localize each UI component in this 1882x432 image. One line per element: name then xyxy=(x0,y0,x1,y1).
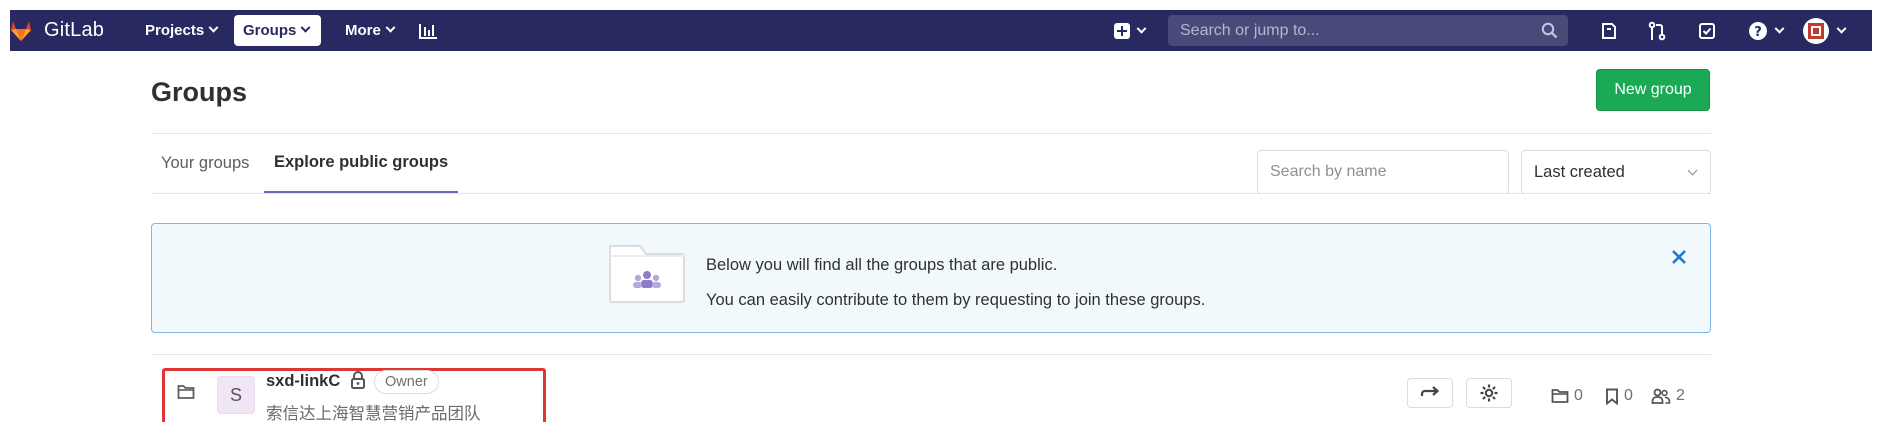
chevron-down-icon xyxy=(1836,23,1846,34)
nav-more-label: More xyxy=(345,22,381,39)
search-by-name-input[interactable] xyxy=(1270,163,1500,181)
members-count: 2 xyxy=(1651,387,1685,405)
chevron-down-icon xyxy=(300,22,311,33)
new-group-button[interactable]: New group xyxy=(1596,69,1710,111)
nav-projects-label: Projects xyxy=(145,22,205,39)
search-by-name-box[interactable] xyxy=(1257,150,1509,194)
chevron-down-icon xyxy=(1774,23,1784,34)
bookmark-icon xyxy=(1606,388,1618,405)
gear-icon xyxy=(1480,384,1498,402)
tab-explore-public-groups[interactable]: Explore public groups xyxy=(264,133,459,193)
users-icon xyxy=(1651,388,1671,404)
top-navbar: GitLab Projects Groups More Search or ju… xyxy=(10,10,1872,51)
public-groups-info-alert: Below you will find all the groups that … xyxy=(151,223,1711,333)
groups-folder-illustration-icon xyxy=(609,245,685,303)
subgroups-count-value: 0 xyxy=(1574,387,1583,404)
nav-groups-dropdown[interactable]: Groups xyxy=(234,15,321,46)
projects-count: 0 xyxy=(1605,387,1633,405)
group-description: 索信达上海智慧营销产品团队 xyxy=(266,405,481,422)
lock-icon xyxy=(351,371,365,389)
new-item-dropdown[interactable] xyxy=(1108,18,1150,44)
nav-more-dropdown[interactable]: More xyxy=(336,15,403,46)
alert-text-line-1: Below you will find all the groups that … xyxy=(706,256,1058,274)
sort-dropdown[interactable]: Last created xyxy=(1521,150,1711,194)
group-settings-button[interactable] xyxy=(1466,378,1512,408)
global-search-box[interactable] xyxy=(1168,15,1568,46)
analytics-icon[interactable] xyxy=(416,18,440,44)
user-menu-dropdown[interactable] xyxy=(1796,18,1850,44)
chevron-down-icon xyxy=(385,22,396,33)
group-avatar[interactable]: S xyxy=(217,376,255,414)
sort-selected-value: Last created xyxy=(1534,162,1625,181)
user-avatar-icon xyxy=(1802,18,1829,44)
nav-groups-label: Groups xyxy=(243,22,297,39)
help-dropdown[interactable]: ? xyxy=(1742,18,1788,44)
issues-icon[interactable] xyxy=(1596,18,1622,44)
gitlab-logo-icon xyxy=(11,20,31,41)
close-icon[interactable] xyxy=(1668,246,1690,268)
plus-square-icon xyxy=(1113,23,1130,39)
group-list-item[interactable]: S sxd-linkC Owner 索信达上海智慧营销产品团队 0 0 2 xyxy=(151,354,1711,422)
projects-count-value: 0 xyxy=(1624,387,1633,404)
folder-icon xyxy=(1551,389,1569,403)
members-count-value: 2 xyxy=(1676,387,1685,404)
svg-text:?: ? xyxy=(1754,25,1762,40)
nav-projects-dropdown[interactable]: Projects xyxy=(136,15,226,46)
chevron-down-icon xyxy=(208,22,219,33)
brand-name: GitLab xyxy=(44,19,105,41)
group-name-link[interactable]: sxd-linkC xyxy=(266,372,340,391)
merge-request-icon[interactable] xyxy=(1644,18,1670,44)
tab-your-groups[interactable]: Your groups xyxy=(161,133,249,193)
tabs-divider xyxy=(151,193,1711,194)
chevron-down-icon xyxy=(1136,23,1146,34)
subgroups-count: 0 xyxy=(1551,387,1583,405)
leave-group-button[interactable] xyxy=(1407,378,1453,408)
leave-arrow-icon xyxy=(1420,386,1440,396)
browser-viewport: GitLab Projects Groups More Search or ju… xyxy=(10,10,1872,422)
folder-icon xyxy=(177,385,195,399)
role-badge: Owner xyxy=(374,370,439,394)
alert-text-line-2: You can easily contribute to them by req… xyxy=(706,291,1206,309)
help-icon: ? xyxy=(1748,22,1767,40)
gitlab-brand-link[interactable]: GitLab xyxy=(10,10,104,51)
global-search-input[interactable] xyxy=(1180,21,1540,40)
search-icon xyxy=(1541,22,1558,39)
page-title: Groups xyxy=(151,77,248,107)
chevron-down-icon xyxy=(1687,165,1698,176)
todo-icon[interactable] xyxy=(1694,18,1720,44)
